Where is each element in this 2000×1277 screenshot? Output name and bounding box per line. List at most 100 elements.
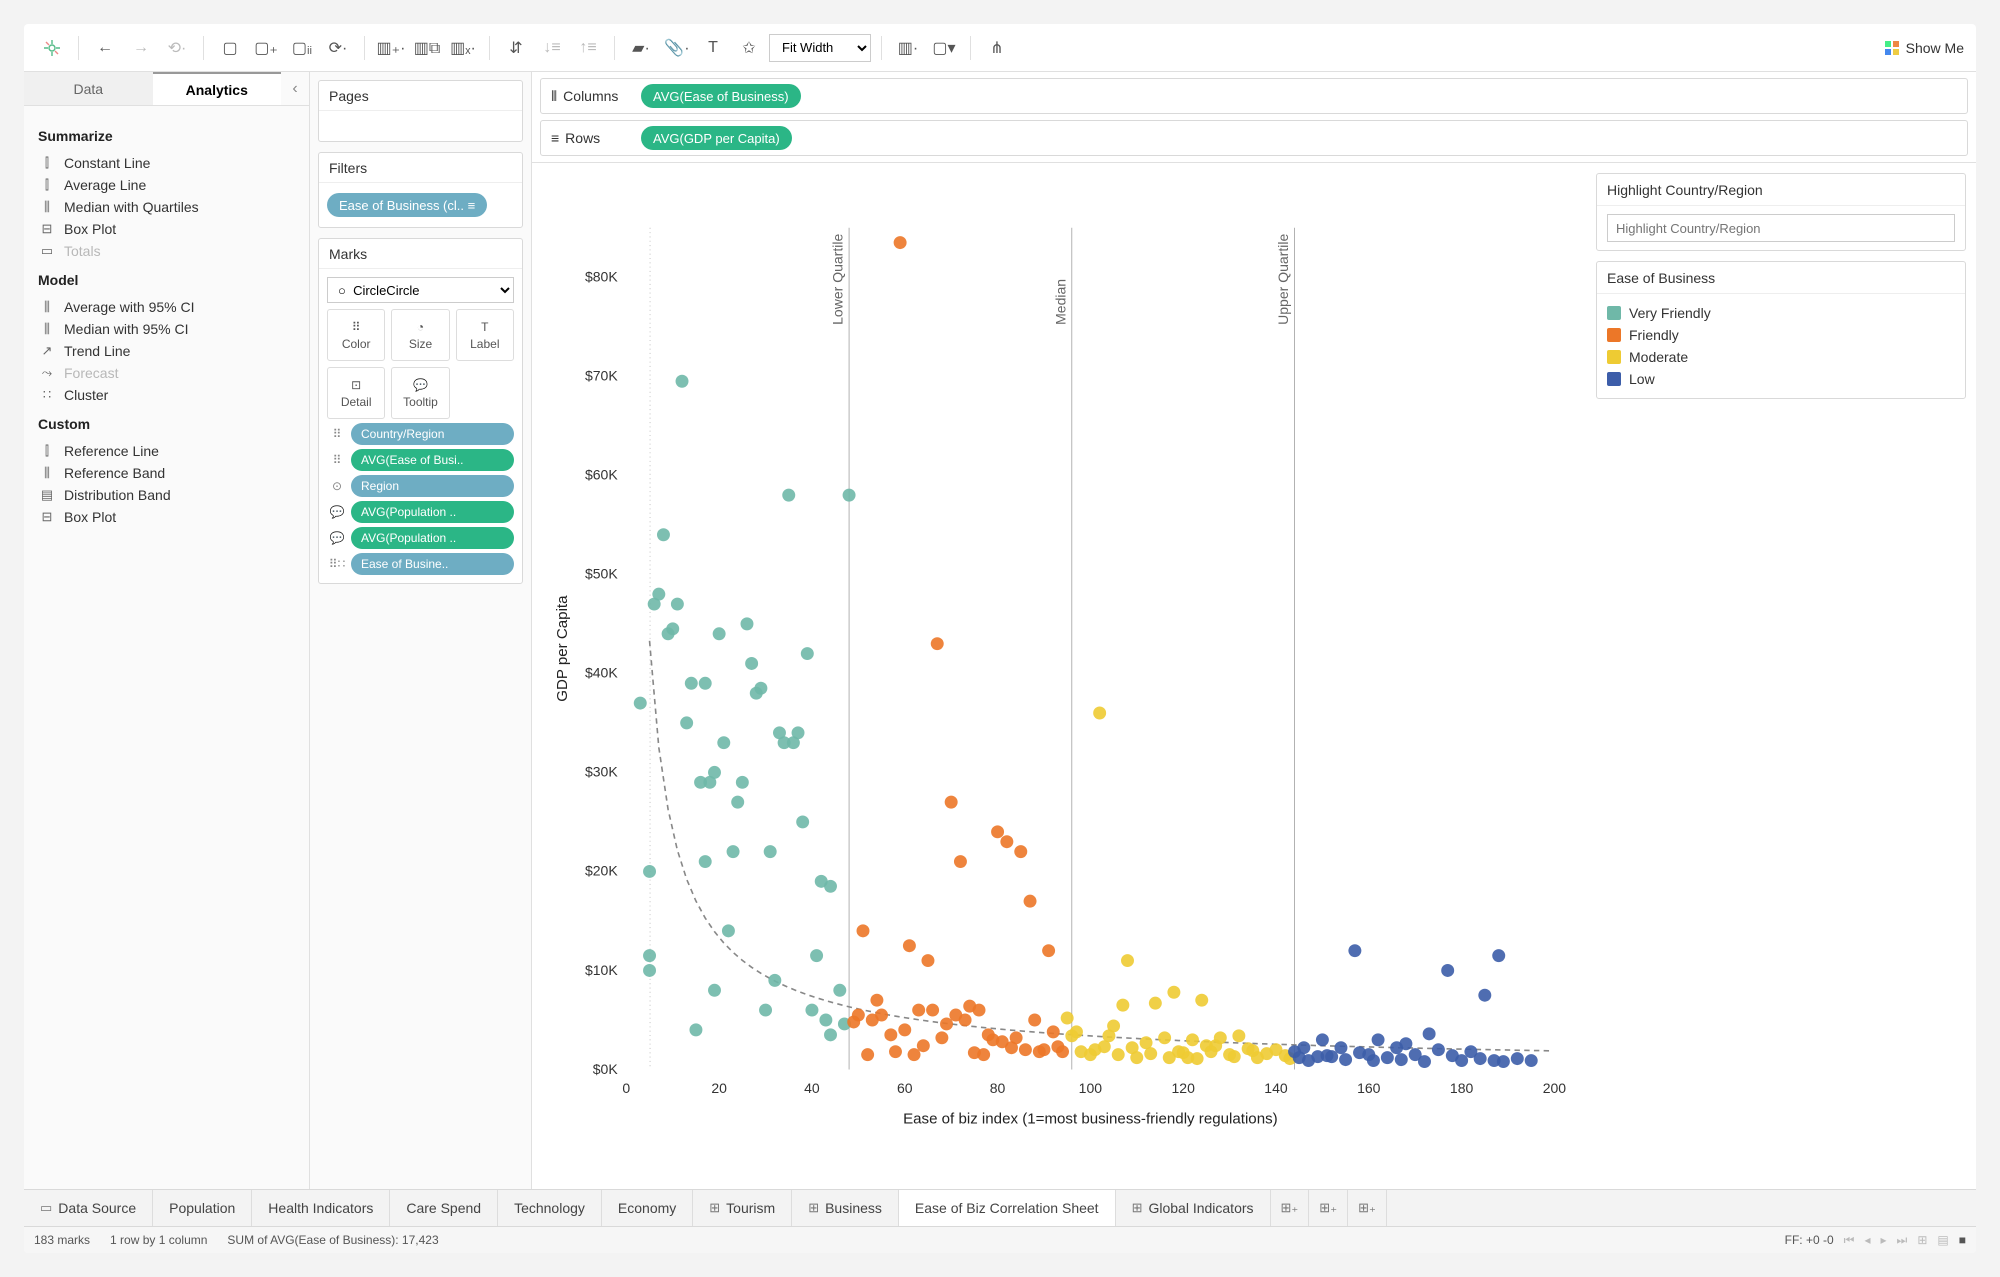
tab-data[interactable]: Data <box>24 72 153 105</box>
item-constant-line[interactable]: ⫿Constant Line <box>38 152 295 174</box>
marks-detail[interactable]: ⊡Detail <box>327 367 385 419</box>
mark-pill[interactable]: AVG(Population .. <box>351 527 514 549</box>
nav-last-icon[interactable]: ⏭ <box>1897 1233 1908 1248</box>
refresh-icon[interactable]: ⟳· <box>322 32 354 64</box>
marks-label[interactable]: TLabel <box>456 309 514 361</box>
chart[interactable]: Lower QuartileMedianUpper Quartile$0K$10… <box>532 163 1596 1189</box>
svg-text:120: 120 <box>1171 1080 1195 1096</box>
item-avg-ci[interactable]: ⫼Average with 95% CI <box>38 296 295 318</box>
rows-pill[interactable]: AVG(GDP per Capita) <box>641 126 792 150</box>
collapse-left-icon[interactable]: ‹ <box>281 72 309 105</box>
logo-icon[interactable] <box>36 32 68 64</box>
mark-pill[interactable]: AVG(Population .. <box>351 501 514 523</box>
legend-title: Ease of Business <box>1597 262 1965 294</box>
worksheet-tab[interactable]: Economy <box>602 1190 693 1226</box>
new-worksheet-icon[interactable]: ▥₊· <box>375 32 407 64</box>
label-icon: T <box>481 320 488 334</box>
svg-text:40: 40 <box>804 1080 820 1096</box>
marks-tooltip[interactable]: 💬Tooltip <box>391 367 449 419</box>
legend-item[interactable]: Low <box>1607 368 1955 390</box>
sort-asc-icon[interactable]: ↓≡ <box>536 32 568 64</box>
worksheet-tab[interactable]: ⊞Global Indicators <box>1116 1190 1271 1226</box>
highlight-title: Highlight Country/Region <box>1597 174 1965 206</box>
marks-size[interactable]: ◔Size <box>391 309 449 361</box>
rows-shelf[interactable]: ≡Rows AVG(GDP per Capita) <box>540 120 1968 156</box>
worksheet-tab[interactable]: Health Indicators <box>252 1190 390 1226</box>
item-average-line[interactable]: ⫿Average Line <box>38 174 295 196</box>
new-story-button[interactable]: ⊞₊ <box>1348 1190 1387 1226</box>
legend-item[interactable]: Very Friendly <box>1607 302 1955 324</box>
worksheet-tab[interactable]: Care Spend <box>390 1190 498 1226</box>
item-cluster[interactable]: ∷Cluster <box>38 384 295 406</box>
band-icon: ⫼ <box>38 321 56 337</box>
view-fill-icon[interactable]: ■ <box>1959 1233 1966 1247</box>
item-dist-band[interactable]: ▤Distribution Band <box>38 484 295 506</box>
pages-card: Pages <box>318 80 523 142</box>
marks-color[interactable]: ⠿Color <box>327 309 385 361</box>
presentation-icon[interactable]: ▢▾ <box>928 32 960 64</box>
worksheet-tab[interactable]: ⊞Tourism <box>693 1190 792 1226</box>
columns-shelf[interactable]: ⦀Columns AVG(Ease of Business) <box>540 78 1968 114</box>
svg-text:$60K: $60K <box>585 467 618 483</box>
worksheet-tab[interactable]: Ease of Biz Correlation Sheet <box>899 1190 1116 1226</box>
worksheet-tab[interactable]: ⊞Business <box>792 1190 899 1226</box>
svg-text:80: 80 <box>990 1080 1006 1096</box>
item-median-quartiles[interactable]: ⫼Median with Quartiles <box>38 196 295 218</box>
mark-pill[interactable]: Country/Region <box>351 423 514 445</box>
mark-pill[interactable]: Ease of Busine.. <box>351 553 514 575</box>
legend-item[interactable]: Friendly <box>1607 324 1955 346</box>
nav-prev-icon[interactable]: ◂ <box>1864 1233 1870 1247</box>
showme-label: Show Me <box>1906 40 1964 56</box>
pill-type-icon: ⠿ <box>327 427 347 441</box>
mark-pill[interactable]: AVG(Ease of Busi.. <box>351 449 514 471</box>
item-ref-band[interactable]: ⫼Reference Band <box>38 462 295 484</box>
tab-data-source[interactable]: ▭Data Source <box>24 1190 153 1226</box>
attachment-icon[interactable]: 📎· <box>661 32 693 64</box>
forward-icon[interactable]: → <box>125 32 157 64</box>
svg-text:Median: Median <box>1052 279 1068 325</box>
pin-icon[interactable]: ✩ <box>733 32 765 64</box>
marks-type-selector[interactable]: ○ CircleCircle <box>327 277 514 303</box>
filter-pill[interactable]: Ease of Business (cl.. ≡ <box>327 193 487 217</box>
view-list-icon[interactable]: ▤ <box>1937 1233 1948 1247</box>
item-box-plot-2[interactable]: ⊟Box Plot <box>38 506 295 528</box>
svg-text:$80K: $80K <box>585 269 618 285</box>
new-dashboard-button[interactable]: ⊞₊ <box>1309 1190 1348 1226</box>
view-grid-icon[interactable]: ⊞ <box>1917 1233 1927 1247</box>
worksheet-tab[interactable]: Population <box>153 1190 252 1226</box>
nav-first-icon[interactable]: ⏮ <box>1844 1233 1855 1248</box>
main-toolbar: ← → ⟲· ▢ ▢₊ ▢ᵢᵢ ⟳· ▥₊· ▥⧉ ▥ₓ· ⇵ ↓≡ ↑≡ ▰·… <box>24 24 1976 72</box>
swap-icon[interactable]: ⇵ <box>500 32 532 64</box>
item-box-plot[interactable]: ⊟Box Plot <box>38 218 295 240</box>
columns-label: Columns <box>563 88 618 104</box>
sort-desc-icon[interactable]: ↑≡ <box>572 32 604 64</box>
clear-icon[interactable]: ▥ₓ· <box>447 32 479 64</box>
pause-data-icon[interactable]: ▢ᵢᵢ <box>286 32 318 64</box>
fit-selector[interactable]: Fit Width <box>769 34 871 62</box>
columns-pill[interactable]: AVG(Ease of Business) <box>641 84 801 108</box>
highlight-icon[interactable]: ▰· <box>625 32 657 64</box>
show-cards-icon[interactable]: ▥· <box>892 32 924 64</box>
back-icon[interactable]: ← <box>89 32 121 64</box>
detail-icon: ⊡ <box>351 378 361 392</box>
save-icon[interactable]: ▢ <box>214 32 246 64</box>
duplicate-icon[interactable]: ▥⧉ <box>411 32 443 64</box>
show-me-button[interactable]: Show Me <box>1884 40 1964 56</box>
undo-redo-icon[interactable]: ⟲· <box>161 32 193 64</box>
share-icon[interactable]: ⋔ <box>981 32 1013 64</box>
item-median-ci[interactable]: ⫼Median with 95% CI <box>38 318 295 340</box>
mark-pill[interactable]: Region <box>351 475 514 497</box>
nav-next-icon[interactable]: ▸ <box>1881 1233 1887 1247</box>
marks-card: Marks ○ CircleCircle ⠿Color ◔Size TLabel… <box>318 238 523 584</box>
item-trend-line[interactable]: ↗Trend Line <box>38 340 295 362</box>
svg-text:100: 100 <box>1079 1080 1103 1096</box>
new-sheet-button[interactable]: ⊞₊ <box>1271 1190 1310 1226</box>
item-ref-line[interactable]: ⫿Reference Line <box>38 440 295 462</box>
legend-item[interactable]: Moderate <box>1607 346 1955 368</box>
section-model: Model <box>38 272 295 288</box>
highlight-input[interactable] <box>1607 214 1955 242</box>
worksheet-tab[interactable]: Technology <box>498 1190 602 1226</box>
tab-analytics[interactable]: Analytics <box>153 72 282 105</box>
new-data-icon[interactable]: ▢₊ <box>250 32 282 64</box>
label-icon[interactable]: T <box>697 32 729 64</box>
